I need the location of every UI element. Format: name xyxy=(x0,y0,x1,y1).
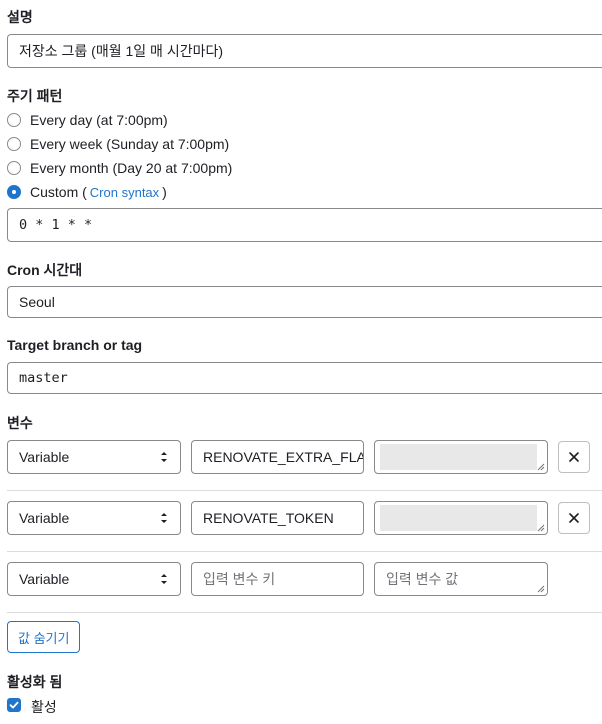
cron-timezone-label: Cron 시간대 xyxy=(7,262,83,278)
radio-every-month-label: Every month (Day 20 at 7:00pm) xyxy=(30,160,233,176)
radio-every-week[interactable]: Every week (Sunday at 7:00pm) xyxy=(7,134,229,154)
active-checkbox[interactable] xyxy=(7,698,21,712)
active-checkbox-label: 활성 xyxy=(31,699,57,715)
variable-key-value: RENOVATE_TOKEN xyxy=(203,510,334,526)
variables-label: 변수 xyxy=(7,415,33,431)
cron-input[interactable]: 0 * 1 * * xyxy=(7,208,602,242)
timezone-value: Seoul xyxy=(19,294,55,310)
variable-key-input[interactable]: RENOVATE_TOKEN xyxy=(191,501,364,535)
variable-value-textarea[interactable] xyxy=(374,440,548,474)
radio-every-month[interactable]: Every month (Day 20 at 7:00pm) xyxy=(7,158,232,178)
description-input[interactable]: 저장소 그룹 (매월 1일 매 시간마다) xyxy=(7,34,602,68)
variable-value-textarea[interactable]: 입력 변수 값 xyxy=(374,562,548,596)
variable-type-select[interactable]: Variable xyxy=(7,501,181,535)
variable-key-placeholder: 입력 변수 키 xyxy=(203,571,276,587)
variable-type-value: Variable xyxy=(19,571,70,587)
description-label: 설명 xyxy=(7,9,33,25)
resize-grip-icon[interactable] xyxy=(537,524,545,532)
masked-value xyxy=(380,444,537,470)
masked-value xyxy=(380,505,537,531)
cron-value: 0 * 1 * * xyxy=(19,217,93,233)
radio-every-week-label: Every week (Sunday at 7:00pm) xyxy=(30,136,230,152)
radio-every-day[interactable]: Every day (at 7:00pm) xyxy=(7,110,168,130)
resize-grip-icon[interactable] xyxy=(537,585,545,593)
radio-every-day-label: Every day (at 7:00pm) xyxy=(30,112,168,128)
variable-type-value: Variable xyxy=(19,449,70,465)
variable-key-input[interactable]: RENOVATE_EXTRA_FLAGS xyxy=(191,440,364,474)
variable-value-textarea[interactable] xyxy=(374,501,548,535)
radio-custom[interactable]: Custom ( Cron syntax ) xyxy=(7,182,167,202)
timezone-dropdown[interactable]: Seoul xyxy=(7,286,602,318)
radio-selected-icon[interactable] xyxy=(7,185,21,199)
remove-variable-button[interactable] xyxy=(558,441,590,473)
interval-pattern-label: 주기 패턴 xyxy=(7,88,63,104)
chevron-up-down-icon xyxy=(161,574,167,584)
hide-values-button[interactable]: 값 숨기기 xyxy=(7,621,81,653)
target-branch-dropdown[interactable]: master xyxy=(7,362,602,394)
cron-syntax-link[interactable]: Cron syntax xyxy=(90,185,159,200)
activated-label: 활성화 됨 xyxy=(7,674,63,690)
divider xyxy=(7,551,602,552)
radio-custom-label: Custom ( xyxy=(30,184,87,200)
checkmark-icon xyxy=(9,701,19,709)
chevron-up-down-icon xyxy=(161,452,167,462)
radio-icon[interactable] xyxy=(7,137,21,151)
close-icon xyxy=(569,513,579,523)
remove-variable-button[interactable] xyxy=(558,502,590,534)
variable-key-input[interactable]: 입력 변수 키 xyxy=(191,562,364,596)
divider xyxy=(7,490,602,491)
resize-grip-icon[interactable] xyxy=(537,463,545,471)
description-value: 저장소 그룹 (매월 1일 매 시간마다) xyxy=(19,43,223,59)
variable-type-select[interactable]: Variable xyxy=(7,562,181,596)
chevron-up-down-icon xyxy=(161,513,167,523)
close-icon xyxy=(569,452,579,462)
radio-icon[interactable] xyxy=(7,161,21,175)
variable-type-select[interactable]: Variable xyxy=(7,440,181,474)
target-branch-value: master xyxy=(19,370,68,386)
divider xyxy=(7,612,602,613)
variable-value-placeholder: 입력 변수 값 xyxy=(386,571,459,587)
target-branch-label: Target branch or tag xyxy=(7,337,143,353)
variable-key-value: RENOVATE_EXTRA_FLAGS xyxy=(203,449,363,465)
radio-custom-suffix: ) xyxy=(162,184,167,200)
radio-icon[interactable] xyxy=(7,113,21,127)
variable-type-value: Variable xyxy=(19,510,70,526)
